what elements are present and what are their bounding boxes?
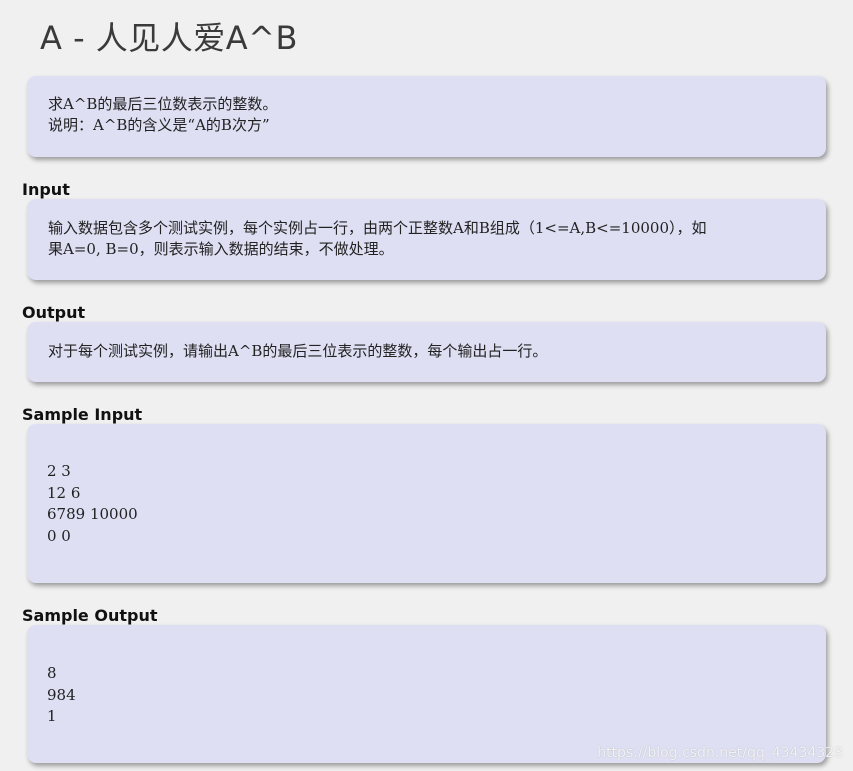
sample-input-line: 2 3 (47, 462, 71, 480)
sample-input-line: 0 0 (47, 526, 71, 545)
page-title: A - 人见人爱A^B (40, 19, 298, 57)
sample-output-label: Sample Output (22, 606, 158, 625)
sample-output-line: 984 (47, 685, 76, 704)
description-text: 求A^B的最后三位数表示的整数。 说明：A^B的含义是“A的B次方” (48, 94, 802, 136)
description-line: 说明：A^B的含义是“A的B次方” (48, 116, 270, 134)
input-panel: 输入数据包含多个测试实例，每个实例占一行，由两个正整数A和B组成（1<=A,B<… (27, 199, 826, 280)
sample-input-line: 6789 10000 (47, 505, 138, 523)
sample-input-line: 12 6 (47, 483, 81, 502)
output-text: 对于每个测试实例，请输出A^B的最后三位表示的整数，每个输出占一行。 (48, 341, 802, 362)
output-panel: 对于每个测试实例，请输出A^B的最后三位表示的整数，每个输出占一行。 (27, 322, 826, 382)
input-text: 输入数据包含多个测试实例，每个实例占一行，由两个正整数A和B组成（1<=A,B<… (48, 218, 802, 260)
sample-output-line: 1 (47, 707, 57, 725)
output-label: Output (22, 303, 86, 322)
sample-input-label: Sample Input (22, 405, 143, 424)
input-label: Input (22, 180, 70, 199)
output-line: 对于每个测试实例，请输出A^B的最后三位表示的整数，每个输出占一行。 (48, 342, 548, 360)
sample-input-panel: 2 3 12 6 6789 10000 0 0 (27, 424, 826, 583)
description-line: 求A^B的最后三位数表示的整数。 (48, 95, 278, 113)
sample-input-code: 2 3 12 6 6789 10000 0 0 (47, 461, 138, 547)
sample-output-code: 8 984 1 (47, 663, 76, 728)
sample-output-panel: 8 984 1 (27, 625, 826, 763)
input-line: 果A=0, B=0，则表示输入数据的结束，不做处理。 (48, 240, 394, 258)
input-line: 输入数据包含多个测试实例，每个实例占一行，由两个正整数A和B组成（1<=A,B<… (48, 219, 707, 237)
description-panel: 求A^B的最后三位数表示的整数。 说明：A^B的含义是“A的B次方” (27, 76, 826, 157)
watermark-text: https://blog.csdn.net/qq_43434328 (597, 745, 843, 761)
sample-output-line: 8 (47, 664, 57, 682)
